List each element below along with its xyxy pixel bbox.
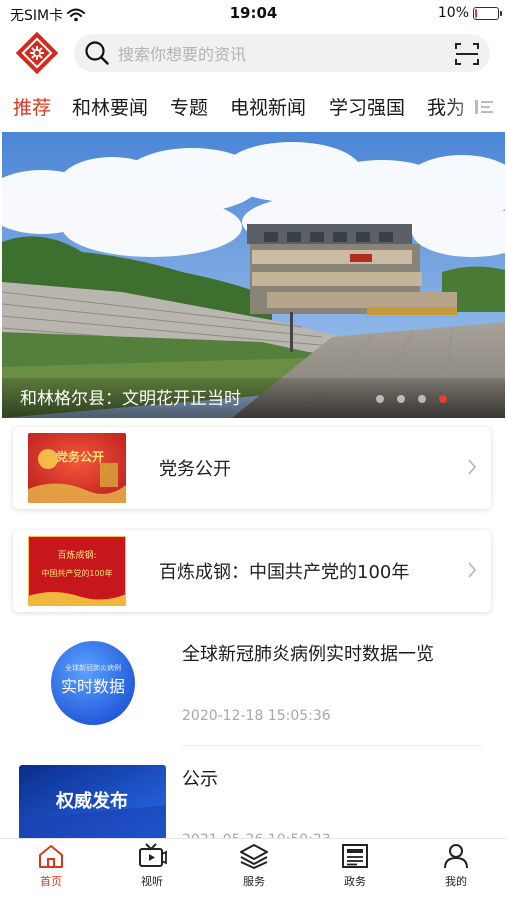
- authority-thumb-text: 权威发布: [55, 790, 128, 812]
- banner-carousel[interactable]: 和林格尔县：文明花开正当时: [2, 132, 505, 418]
- covid-data-thumbnail: 全球新冠肺炎病例 实时数据: [51, 641, 135, 725]
- carousel-dot-active[interactable]: [439, 395, 447, 403]
- tab-recommend[interactable]: 推荐: [13, 93, 51, 120]
- nav-label: 我的: [445, 875, 467, 888]
- search-icon: [85, 41, 109, 65]
- app-logo-icon[interactable]: [16, 32, 58, 74]
- chevron-right-icon: [468, 459, 477, 475]
- status-bar: 无SIM卡 19:04 10%: [0, 0, 507, 28]
- banner-image: [2, 132, 505, 418]
- party-100-thumb-text-1: 百炼成钢:: [57, 549, 96, 561]
- user-icon: [444, 844, 468, 869]
- news-title: 全球新冠肺炎病例实时数据一览: [182, 644, 434, 665]
- tab-study[interactable]: 学习强国: [329, 93, 405, 120]
- banner-caption[interactable]: 和林格尔县：文明花开正当时: [20, 384, 241, 409]
- battery-icon: [473, 6, 502, 20]
- search-placeholder: 搜索你想要的资讯: [118, 45, 247, 64]
- news-divider: [182, 745, 482, 746]
- party-affairs-thumbnail: 党务公开: [28, 433, 126, 503]
- card-label: 百炼成钢：中国共产党的100年: [159, 562, 410, 583]
- carousel-dot[interactable]: [418, 395, 426, 403]
- covid-thumb-text: 实时数据: [61, 677, 125, 696]
- card-party-affairs[interactable]: 党务公开 党务公开: [13, 427, 491, 509]
- authority-release-thumbnail: 权威发布: [19, 765, 166, 840]
- party-100-thumbnail: 百炼成钢: 中国共产党的100年: [28, 536, 126, 606]
- nav-label: 视听: [141, 875, 163, 888]
- channel-menu-icon[interactable]: [475, 99, 493, 115]
- nav-label: 服务: [243, 875, 265, 888]
- search-bar[interactable]: 搜索你想要的资讯: [74, 34, 490, 72]
- party-affairs-thumb-text: 党务公开: [56, 449, 104, 464]
- tv-icon: [139, 843, 167, 867]
- carousel-indicator: [376, 395, 447, 403]
- nav-services[interactable]: 服务: [219, 843, 289, 889]
- bottom-tab-bar: 首页 视听 服务 政务 我的: [0, 838, 507, 900]
- nav-profile[interactable]: 我的: [421, 843, 491, 889]
- scan-icon[interactable]: [454, 41, 480, 67]
- news-title: 公示: [182, 769, 218, 790]
- tab-helin-news[interactable]: 和林要闻: [72, 93, 148, 120]
- home-icon: [39, 845, 63, 868]
- nav-label: 首页: [40, 875, 62, 888]
- party-100-thumb-text-2: 中国共产党的100年: [41, 568, 112, 578]
- nav-media[interactable]: 视听: [117, 843, 187, 889]
- nav-government[interactable]: 政务: [320, 843, 390, 889]
- carousel-dot[interactable]: [397, 395, 405, 403]
- tab-tv-news[interactable]: 电视新闻: [230, 93, 306, 120]
- tab-topics[interactable]: 专题: [170, 93, 208, 120]
- clock: 19:04: [229, 4, 278, 22]
- layers-icon: [240, 844, 268, 869]
- battery-group: 10%: [437, 5, 502, 21]
- news-date: 2020-12-18 15:05:36: [182, 708, 331, 724]
- newspaper-icon: [342, 844, 368, 868]
- battery-percent: 10%: [437, 5, 469, 21]
- nav-label: 政务: [344, 875, 366, 888]
- chevron-right-icon: [468, 562, 477, 578]
- card-party-100-years[interactable]: 百炼成钢: 中国共产党的100年 百炼成钢：中国共产党的100年: [13, 530, 491, 612]
- category-tabs: 推荐 和林要闻 专题 电视新闻 学习强国 我为: [0, 84, 507, 128]
- covid-thumb-small-text: 全球新冠肺炎病例: [65, 663, 121, 672]
- card-label: 党务公开: [159, 459, 231, 480]
- nav-home[interactable]: 首页: [16, 843, 86, 889]
- carousel-dot[interactable]: [376, 395, 384, 403]
